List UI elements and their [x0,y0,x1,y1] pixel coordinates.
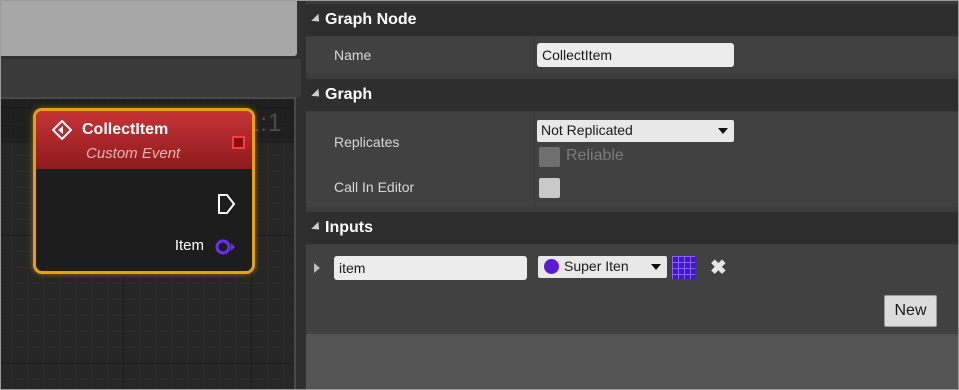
name-label: Name [334,47,372,63]
input-param-type-value: Super Iten [564,258,629,274]
graph-tab-strip [1,59,301,97]
details-empty-area [306,334,958,389]
exec-output-pin-icon[interactable] [216,193,236,215]
node-header: CollectItem Custom Event [36,111,252,169]
collapse-arrow-icon [311,13,323,26]
output-pin-label: Item [174,237,204,254]
chevron-down-icon [718,128,728,134]
property-rows-inputs: item Super Iten ✖ New [306,245,958,334]
input-param-name-field[interactable]: item [334,256,527,280]
object-output-pin-icon[interactable] [214,238,236,256]
name-field[interactable]: CollectItem [537,43,734,67]
remove-param-icon[interactable]: ✖ [710,258,727,278]
custom-event-node[interactable]: CollectItem Custom Event Item [33,108,255,274]
collapse-arrow-icon [311,88,323,101]
node-subtitle: Custom Event [86,145,181,162]
category-label: Graph [325,86,373,103]
collapse-arrow-icon [311,221,323,234]
event-diamond-icon [52,120,72,140]
details-panel: Graph Node Name CollectItem Graph Replic… [306,1,958,389]
call-in-editor-label: Call In Editor [334,179,415,195]
category-label: Inputs [325,219,373,236]
replicates-dropdown[interactable]: Not Replicated [537,120,734,142]
new-input-button[interactable]: New [884,295,937,327]
property-row-name: Name CollectItem [306,37,958,73]
column-divider [534,112,535,207]
property-rows-graph: Replicates Not Replicated Reliable Call … [306,112,958,207]
call-in-editor-checkbox[interactable] [539,178,560,198]
category-inputs[interactable]: Inputs [306,212,958,244]
category-label: Graph Node [325,11,417,28]
chevron-down-icon [651,264,661,270]
category-graph-node[interactable]: Graph Node [306,4,958,36]
replicates-value: Not Replicated [541,122,633,138]
reliable-label: Reliable [566,147,624,164]
container-type-icon[interactable] [672,256,695,279]
reliable-checkbox[interactable] [539,147,560,167]
node-title: CollectItem [82,121,169,138]
replicates-label: Replicates [334,134,400,150]
column-divider [534,37,535,73]
input-param-type-dropdown[interactable]: Super Iten [538,256,667,278]
object-type-icon [544,259,559,274]
expand-arrow-icon[interactable] [314,263,320,273]
blueprint-editor-window: Zoom 1:1 CollectItem Custom Event Item [0,0,959,390]
graph-editor-area: Zoom 1:1 CollectItem Custom Event Item [1,1,301,389]
graph-toolbar [1,1,297,56]
delegate-pin-icon[interactable] [232,136,245,149]
category-graph[interactable]: Graph [306,79,958,111]
